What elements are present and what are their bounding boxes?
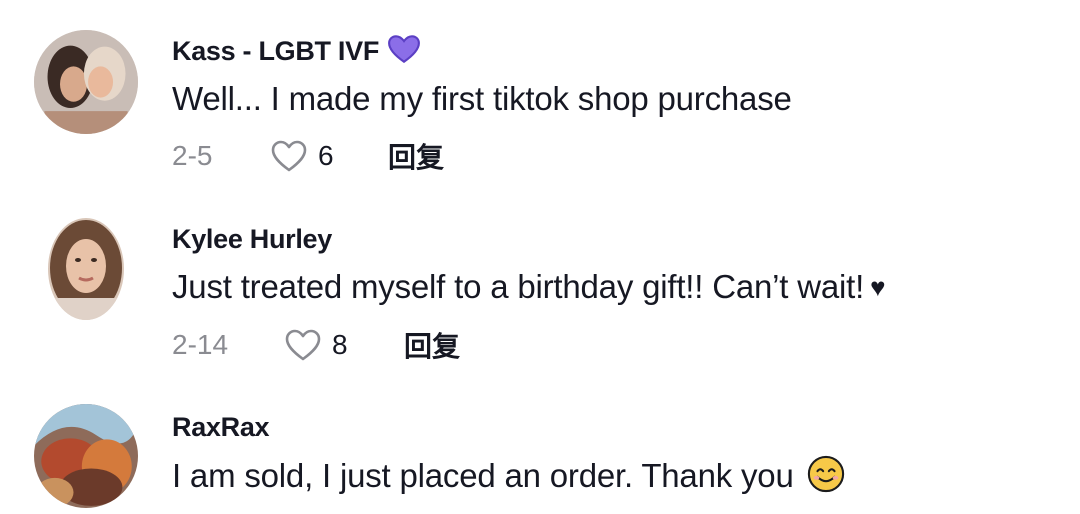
comment-text: Well... I made my first tiktok shop purc… <box>172 80 792 117</box>
username-text[interactable]: Kass - LGBT IVF <box>172 36 379 66</box>
purple-heart-icon <box>388 35 420 64</box>
avatar[interactable] <box>48 218 124 320</box>
comment-meta: 2-14 8 回复 <box>172 325 460 365</box>
comment-text-body: Just treated myself to a birthday gift!!… <box>172 268 865 305</box>
avatar-image <box>48 218 124 320</box>
reply-button[interactable]: 回复 <box>404 325 460 365</box>
comment-date: 2-14 <box>172 329 229 360</box>
like-count: 6 <box>318 140 334 171</box>
like-count: 8 <box>332 329 348 360</box>
avatar[interactable] <box>34 404 138 508</box>
heart-symbol: ♥ <box>870 272 886 302</box>
smiling-face-emoji-icon <box>807 455 844 493</box>
avatar[interactable] <box>34 30 138 134</box>
like-button[interactable]: 8 <box>284 328 404 362</box>
heart-outline-icon <box>271 140 307 172</box>
comment-username[interactable]: Kylee Hurley <box>172 224 332 255</box>
avatar-image <box>34 30 138 134</box>
comment-date: 2-5 <box>172 140 213 171</box>
comment-text-body: I am sold, I just placed an order. Thank… <box>172 457 794 494</box>
reply-button[interactable]: 回复 <box>388 136 444 176</box>
like-button[interactable]: 6 <box>270 139 388 173</box>
avatar-image <box>34 404 138 508</box>
comment-meta: 2-5 6 回复 <box>172 136 444 176</box>
heart-outline-icon <box>285 329 321 361</box>
comment-username[interactable]: Kass - LGBT IVF <box>172 34 421 67</box>
comment-username[interactable]: RaxRax <box>172 412 270 443</box>
comment-text: Just treated myself to a birthday gift!!… <box>172 268 886 306</box>
comment-text: I am sold, I just placed an order. Thank… <box>172 455 845 495</box>
